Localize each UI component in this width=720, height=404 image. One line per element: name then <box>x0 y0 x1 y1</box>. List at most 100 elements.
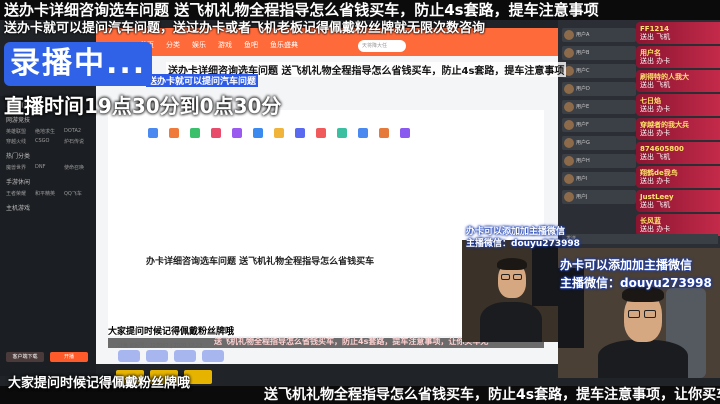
start-stream-button[interactable]: 开播 <box>50 352 88 362</box>
gift-desc: 送出 办卡 <box>640 57 671 65</box>
second-banner: 送办卡就可以提问汽车问题，送过办卡或者飞机老板记得佩戴粉丝牌就无限次数咨询 <box>4 21 486 36</box>
bottom-cards <box>118 350 224 362</box>
sidebar-item[interactable]: 和平精英 <box>35 190 61 197</box>
gift-desc: 送出 办卡 <box>640 105 671 113</box>
inner-overlay-text: 办卡详细咨询选车问题 送飞机礼物全程指导怎么省钱买车 <box>146 257 375 267</box>
glasses-left <box>628 310 640 318</box>
chat-user[interactable]: 用户C <box>562 64 636 78</box>
contact-small-line2: 主播微信：douyu273998 <box>466 239 580 249</box>
gift-user: 长风蓝 <box>640 217 661 225</box>
gift-desc: 送出 飞机 <box>640 33 671 41</box>
sidebar-grid: 王者荣耀 和平精英 QQ飞车 <box>0 188 96 199</box>
gift-item: 用户名 送出 办卡 <box>636 46 720 68</box>
gift-user: 用户名 <box>640 49 661 57</box>
gift-desc: 送出 飞机 <box>640 81 671 89</box>
gift-item: 874605800 送出 飞机 <box>636 142 720 164</box>
chat-user[interactable]: 用户G <box>562 136 636 150</box>
sidebar-item[interactable]: 魔兽世界 <box>6 164 32 171</box>
nav-festival[interactable]: 鱼乐盛典 <box>270 40 298 50</box>
category-icon[interactable] <box>190 128 200 138</box>
nav-category[interactable]: 分类 <box>166 40 180 50</box>
sidebar-item[interactable]: QQ飞车 <box>64 190 90 197</box>
gift-item: 长风蓝 送出 办卡 <box>636 214 720 236</box>
gift-user: 穿越者的我大兵 <box>640 121 689 129</box>
monitor-shape <box>532 246 558 306</box>
gift-item: 刷得特的人我大 送出 飞机 <box>636 70 720 92</box>
download-client-button[interactable]: 客户端下载 <box>6 352 44 362</box>
gift-user: 翔鹤de我鸟 <box>640 169 678 177</box>
nav-yuba[interactable]: 鱼吧 <box>244 40 258 50</box>
chat-user-list: 用户A 用户B 用户C 用户D 用户E 用户F 用户G 用户H 用户I 用户J <box>562 28 636 208</box>
chat-user[interactable]: 用户I <box>562 172 636 186</box>
category-icon[interactable] <box>358 128 368 138</box>
sidebar-item[interactable]: 炉石传说 <box>64 138 90 145</box>
category-icon[interactable] <box>211 128 221 138</box>
gift-desc: 送出 飞机 <box>640 201 671 209</box>
card-item[interactable] <box>118 350 140 362</box>
chat-user[interactable]: 用户J <box>562 190 636 204</box>
gift-desc: 送出 飞机 <box>640 153 671 161</box>
inner-red-text: 送飞机礼物全程指导怎么省钱买车，防止4s套路，提车注意事项，让你买车无 <box>214 337 489 346</box>
person-shirt <box>480 302 542 342</box>
app-sidebar: 斗鱼直播 网游竞技 英雄联盟 绝地求生 DOTA2 穿越火线 CSGO 炉石传说… <box>0 96 96 376</box>
category-icon[interactable] <box>169 128 179 138</box>
camera-feed-small <box>462 240 558 342</box>
sidebar-item[interactable]: 使命召唤 <box>64 164 90 171</box>
gift-user: 七日焰 <box>640 97 661 105</box>
sidebar-item[interactable]: CSGO <box>35 138 61 145</box>
card-item[interactable] <box>202 350 224 362</box>
chat-input-bar[interactable]: 发送 <box>562 234 718 244</box>
contact-big-line2: 主播微信：douyu273998 <box>560 276 712 290</box>
category-icon[interactable] <box>253 128 263 138</box>
category-icon[interactable] <box>337 128 347 138</box>
gift-user: 刷得特的人我大 <box>640 73 689 81</box>
glasses-right <box>513 274 522 280</box>
category-icon[interactable] <box>316 128 326 138</box>
nav-entertainment[interactable]: 娱乐 <box>192 40 206 50</box>
sidebar-grid: 魔兽世界 DNF 使命召唤 <box>0 162 96 173</box>
nav-games[interactable]: 游戏 <box>218 40 232 50</box>
gift-user: FF1214 <box>640 25 670 33</box>
category-icon[interactable] <box>295 128 305 138</box>
chat-user[interactable]: 用户A <box>562 28 636 42</box>
category-icon[interactable] <box>400 128 410 138</box>
card-item[interactable] <box>174 350 196 362</box>
chat-user[interactable]: 用户D <box>562 82 636 96</box>
gift-item: FF1214 送出 飞机 <box>636 22 720 44</box>
person-hair <box>497 258 527 270</box>
sidebar-item[interactable]: 穿越火线 <box>6 138 32 145</box>
category-icon[interactable] <box>232 128 242 138</box>
fan-badge-reminder: 大家提问时候记得佩戴粉丝牌哦 <box>8 376 191 391</box>
sidebar-item[interactable]: DOTA2 <box>64 128 90 135</box>
sidebar-section: 主机游戏 <box>6 205 31 212</box>
gift-item: 穿越者的我大兵 送出 办卡 <box>636 118 720 140</box>
stream-screen: 斗鱼直播 网游竞技 英雄联盟 绝地求生 DOTA2 穿越火线 CSGO 炉石传说… <box>0 0 720 404</box>
live-time-text: 直播时间19点30分到0点30分 <box>4 94 282 118</box>
gift-user: 874605800 <box>640 145 684 153</box>
sidebar-item[interactable]: 王者荣耀 <box>6 190 32 197</box>
gift-desc: 送出 办卡 <box>640 129 671 137</box>
chat-user[interactable]: 用户B <box>562 46 636 60</box>
glasses-left <box>501 274 510 280</box>
chat-user[interactable]: 用户F <box>562 118 636 132</box>
chat-user[interactable]: 用户H <box>562 154 636 168</box>
sidebar-item[interactable]: 英雄联盟 <box>6 128 32 135</box>
card-item[interactable] <box>146 350 168 362</box>
site-search-input[interactable]: 天将降大任 <box>358 40 406 52</box>
sidebar-item[interactable]: 绝地求生 <box>35 128 61 135</box>
category-icon[interactable] <box>379 128 389 138</box>
bottom-banner-text: 送飞机礼物全程指导怎么省钱买车，防止4s套路，提车注意事项，让你买车无忧 <box>264 387 720 403</box>
person-shirt <box>598 340 688 378</box>
sidebar-section: 手游休闲 <box>6 179 31 186</box>
inner-fan-text: 大家提问时候记得佩戴粉丝牌哦 <box>108 327 235 337</box>
gift-item: JustLeey 送出 飞机 <box>636 190 720 212</box>
category-icons <box>148 128 410 138</box>
chat-user[interactable]: 用户E <box>562 100 636 114</box>
sidebar-section: 热门分类 <box>6 153 31 160</box>
category-icon[interactable] <box>274 128 284 138</box>
category-icon[interactable] <box>148 128 158 138</box>
gift-item: 七日焰 送出 办卡 <box>636 94 720 116</box>
sidebar-item[interactable]: DNF <box>35 164 61 171</box>
room-stats: 斗鱼 房间号：123987 | 2020.12.23 <box>118 343 203 349</box>
chat-panel: 用户A 用户B 用户C 用户D 用户E 用户F 用户G 用户H 用户I 用户J … <box>558 20 720 250</box>
